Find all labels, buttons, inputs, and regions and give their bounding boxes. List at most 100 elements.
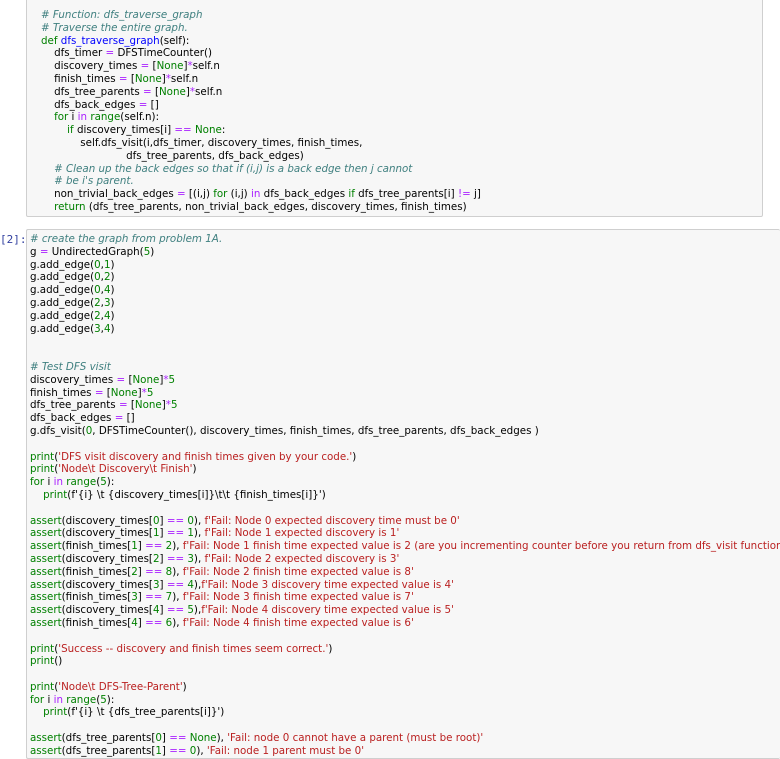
code-token: ), [193,552,205,565]
code-token: [ [103,386,111,399]
code-token: assert [30,604,62,617]
code-token: ), [172,616,183,629]
code-token: print [30,642,55,655]
code-token: None [134,72,162,85]
code-line: g.add_edge(3,4) [30,323,780,336]
cell-2-prompt: [2]: [0,233,27,246]
code-editor-cell-2[interactable]: # create the graph from problem 1A. g = U… [30,233,780,758]
code-line: g.add_edge(2,3) [30,297,780,310]
code-token: (dfs_tree_parents[ [61,732,156,745]
code-line: dfs_tree_parents = [None]*5 [30,399,780,412]
code-token: for [30,693,48,706]
code-token: self.dfs_visit(i,dfs_timer, discovery_ti… [41,136,363,149]
code-token: g.add_edge( [30,284,95,297]
code-token: dfs_tree_parents [41,85,144,98]
code-token: if [348,188,359,201]
code-token: (discovery_times[ [61,604,153,617]
code-line: print('Success -- discovery and finish t… [30,643,780,656]
code-token: return [41,200,89,213]
code-token: in [53,693,67,706]
code-line: assert(dfs_tree_parents[0] == None), 'Fa… [30,732,780,745]
code-token: assert [30,591,62,604]
code-token: # Function: dfs_traverse_graph [41,9,203,21]
code-token: () [54,655,63,668]
code-line: dfs_timer = DFSTimeCounter() [41,47,481,60]
code-token: finish_times [41,72,119,85]
code-token: in [77,111,91,124]
code-token: (finish_times[ [61,616,132,629]
code-token: ) [182,680,187,693]
code-token: (dfs_tree_parents, non_trivial_back_edge… [88,200,467,213]
code-token: ] [159,578,167,591]
code-line: # Test DFS visit [30,361,780,374]
code-line: assert(dfs_tree_parents[1] == 0), 'Fail:… [30,745,780,758]
code-line: print('Node\t DFS-Tree-Parent') [30,681,780,694]
code-token: self.n [192,60,220,73]
code-line: print('DFS visit discovery and finish ti… [30,451,780,464]
code-line: assert(discovery_times[3] == 4),f'Fail: … [30,579,780,592]
code-token: [ [127,399,135,412]
code-line: discovery_times = [None]*5 [30,374,780,387]
code-token: assert [30,732,62,745]
code-line: dfs_tree_parents = [None]*self.n [41,86,481,99]
code-line: print(f'{i} \t {dfs_tree_parents[i]}') [30,706,780,719]
code-line: # Clean up the back edges so that if (i,… [41,163,481,176]
code-line: assert(discovery_times[2] == 3), f'Fail:… [30,553,780,566]
code-token: (finish_times[ [61,565,132,578]
code-line: g.add_edge(2,4) [30,310,780,323]
code-token: : [221,124,226,137]
code-token: (finish_times[ [61,591,132,604]
code-token: ), [193,527,205,540]
code-token: ): [106,693,115,706]
code-line: # create the graph from problem 1A. [30,233,780,246]
code-token: (discovery_times[ [61,578,153,591]
code-token: ) [110,258,115,271]
code-token: = [118,72,128,85]
code-line: assert(discovery_times[4] == 5),f'Fail: … [30,604,780,617]
code-line: if discovery_times[i] == None: [41,124,481,137]
code-line: finish_times = [None]*self.n [41,73,481,86]
code-token: == [166,514,185,527]
code-token: f'Fail: Node 3 discovery time expected v… [201,578,454,591]
code-token: g.add_edge( [30,322,95,335]
code-token: discovery_times [30,373,117,386]
code-token: non_trivial_back_edges [41,188,177,201]
code-token: UndirectedGraph( [48,245,144,258]
code-token: dfs_tree_parents, dfs_back_edges) [41,149,304,162]
code-token: assert [30,578,62,591]
code-token: g.add_edge( [30,296,95,309]
code-token: ): [106,476,115,489]
code-token: (discovery_times[ [61,514,153,527]
code-token: None [156,60,184,73]
code-token: # Traverse the entire graph. [41,21,188,34]
code-token: dfs_timer [41,47,106,60]
code-token: 5 [168,373,176,386]
code-token: 'Fail: node 1 parent must be 0' [206,744,365,757]
code-token: f'Fail: Node 2 finish time expected valu… [182,565,414,578]
code-line: print() [30,655,780,668]
code-token: finish_times [30,386,95,399]
code-editor-cell-1[interactable]: # Function: dfs_traverse_graph # Traverse… [41,9,481,214]
code-token: ) [110,322,115,335]
code-token: (f'{i} \t {dfs_tree_parents[i]}') [67,706,225,719]
code-token: dfs_back_edges [263,188,349,201]
code-token: g [30,245,40,258]
code-token: != [457,188,471,201]
code-token: j] [470,188,481,201]
code-token: ) [352,450,357,463]
code-token: ) [192,463,197,476]
code-token: None [158,85,186,98]
code-token: None [194,124,222,137]
code-token: # Clean up the back edges so that if (i,… [41,162,413,175]
code-token: ) [110,309,115,322]
code-token: self.n [195,85,223,98]
code-line: g = UndirectedGraph(5) [30,246,780,259]
code-token: 'Fail: node 0 cannot have a parent (must… [227,732,484,745]
code-token: 5 [146,386,154,399]
code-token: 'Success -- discovery and finish times s… [58,642,329,655]
code-line: assert(discovery_times[1] == 1), f'Fail:… [30,527,780,540]
code-line: self.dfs_visit(i,dfs_timer, discovery_ti… [41,137,481,150]
